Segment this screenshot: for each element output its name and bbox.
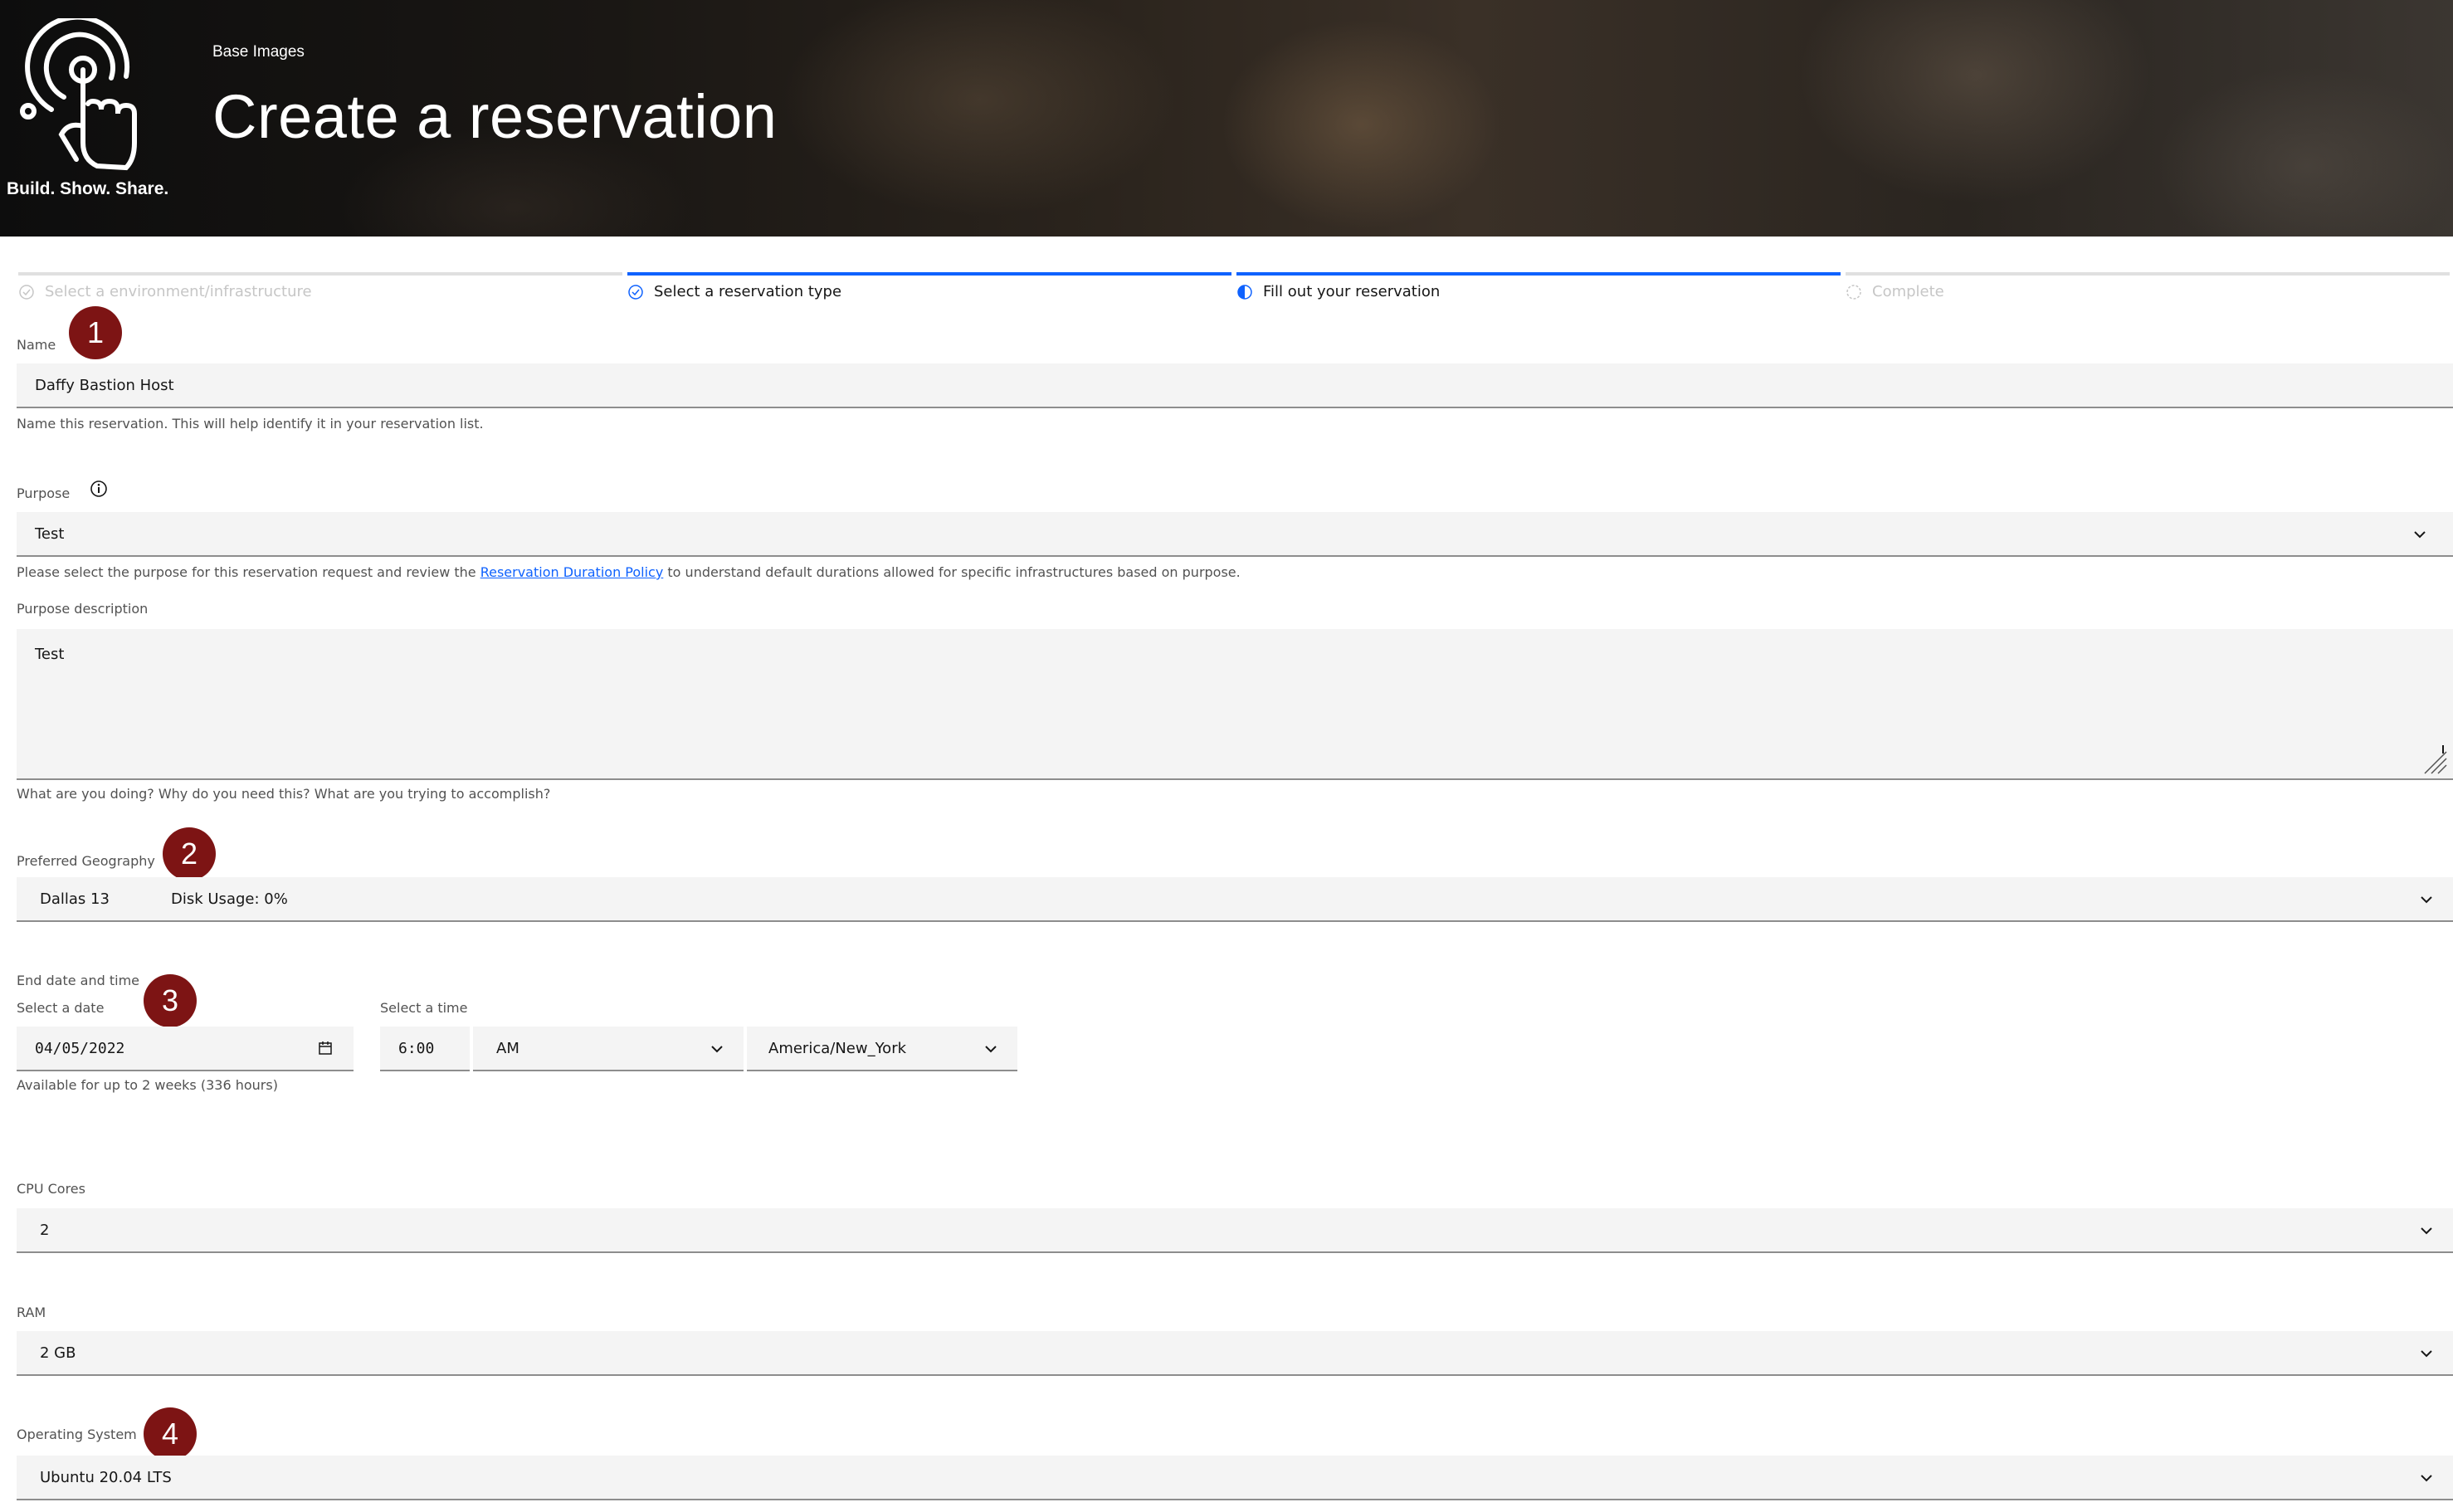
operating-system-value: Ubuntu 20.04 LTS bbox=[40, 1469, 172, 1486]
name-label: Name bbox=[17, 337, 56, 353]
calendar-icon[interactable] bbox=[317, 1040, 334, 1056]
chevron-down-icon bbox=[985, 1046, 997, 1053]
purpose-label: Purpose bbox=[17, 485, 71, 501]
timezone-select[interactable]: America/New_York bbox=[747, 1027, 1017, 1071]
progress-step-line bbox=[627, 272, 1231, 276]
select-date-label: Select a date bbox=[17, 1000, 105, 1016]
geography-value: Dallas 13 bbox=[40, 890, 110, 908]
operating-system-label: Operating System bbox=[17, 1427, 137, 1442]
timezone-value: America/New_York bbox=[768, 1040, 907, 1057]
disk-usage-value: Disk Usage: 0% bbox=[171, 890, 288, 908]
name-input-value: Daffy Bastion Host bbox=[35, 377, 174, 394]
chevron-down-icon bbox=[2421, 1475, 2432, 1482]
progress-step-environment: Select a environment/infrastructure bbox=[18, 272, 624, 305]
name-helper-text: Name this reservation. This will help id… bbox=[17, 416, 484, 432]
purpose-select-value: Test bbox=[35, 525, 65, 543]
progress-step-complete: Complete bbox=[1846, 272, 2451, 305]
time-value: 6:00 bbox=[398, 1040, 435, 1057]
operating-system-select[interactable]: Ubuntu 20.04 LTS bbox=[17, 1456, 2453, 1500]
progress-step-reservation-type[interactable]: Select a reservation type bbox=[627, 272, 1233, 305]
cpu-cores-value: 2 bbox=[40, 1222, 50, 1239]
progress-step-label: Select a environment/infrastructure bbox=[45, 283, 312, 300]
reservation-duration-policy-link[interactable]: Reservation Duration Policy bbox=[480, 564, 664, 580]
checkmark-outline-icon bbox=[19, 285, 34, 300]
progress-step-label: Fill out your reservation bbox=[1263, 283, 1441, 300]
purpose-helper-before: Please select the purpose for this reser… bbox=[17, 564, 480, 580]
progress-step-fill-out: Fill out your reservation bbox=[1236, 272, 1842, 305]
ram-label: RAM bbox=[17, 1305, 46, 1320]
information-icon[interactable] bbox=[90, 480, 108, 498]
chevron-down-icon bbox=[2421, 1350, 2432, 1358]
page-header: Build. Show. Share. Base Images Create a… bbox=[0, 0, 2453, 237]
ampm-value: AM bbox=[496, 1040, 519, 1057]
preferred-geography-select[interactable]: Dallas 13 Disk Usage: 0% bbox=[17, 877, 2453, 922]
chevron-down-icon bbox=[2421, 896, 2432, 904]
progress-step-line bbox=[1236, 272, 1841, 276]
annotation-badge-3: 3 bbox=[144, 974, 197, 1027]
touch-hand-logo-icon bbox=[20, 18, 137, 171]
chevron-down-icon bbox=[711, 1046, 723, 1053]
purpose-description-helper-text: What are you doing? Why do you need this… bbox=[17, 786, 551, 802]
date-picker-input[interactable]: 04/05/2022 bbox=[17, 1027, 354, 1071]
preferred-geography-label: Preferred Geography bbox=[17, 853, 155, 869]
page-title: Create a reservation bbox=[212, 82, 778, 151]
purpose-description-value: Test bbox=[35, 646, 65, 663]
logo-tagline: Build. Show. Share. bbox=[7, 179, 169, 198]
half-circle-current-icon bbox=[1237, 285, 1252, 300]
progress-step-label: Select a reservation type bbox=[654, 283, 842, 300]
time-input[interactable]: 6:00 bbox=[380, 1027, 470, 1071]
resize-handle-icon[interactable] bbox=[2420, 742, 2448, 775]
end-date-time-label: End date and time bbox=[17, 973, 139, 988]
progress-step-line bbox=[1846, 272, 2450, 276]
annotation-badge-1: 1 bbox=[69, 306, 122, 359]
empty-circle-icon bbox=[1846, 285, 1861, 300]
end-date-helper-text: Available for up to 2 weeks (336 hours) bbox=[17, 1077, 278, 1093]
checkmark-outline-icon bbox=[628, 285, 643, 300]
progress-step-line bbox=[18, 272, 622, 276]
select-time-label: Select a time bbox=[380, 1000, 468, 1016]
chevron-down-icon bbox=[2414, 531, 2426, 539]
breadcrumb[interactable]: Base Images bbox=[212, 43, 305, 61]
annotation-badge-2: 2 bbox=[163, 827, 216, 880]
purpose-helper-text: Please select the purpose for this reser… bbox=[17, 564, 1241, 580]
chevron-down-icon bbox=[2421, 1227, 2432, 1235]
purpose-description-textarea[interactable]: Test bbox=[17, 629, 2453, 780]
ram-value: 2 GB bbox=[40, 1344, 76, 1362]
ram-select[interactable]: 2 GB bbox=[17, 1331, 2453, 1376]
annotation-badge-4: 4 bbox=[144, 1407, 197, 1461]
progress-step-label: Complete bbox=[1872, 283, 1944, 300]
purpose-select[interactable]: Test bbox=[17, 512, 2453, 557]
name-input[interactable]: Daffy Bastion Host bbox=[17, 363, 2453, 408]
purpose-description-label: Purpose description bbox=[17, 601, 149, 617]
cpu-cores-select[interactable]: 2 bbox=[17, 1208, 2453, 1253]
ampm-select[interactable]: AM bbox=[473, 1027, 744, 1071]
purpose-helper-after: to understand default durations allowed … bbox=[663, 564, 1241, 580]
cpu-cores-label: CPU Cores bbox=[17, 1181, 85, 1197]
date-value: 04/05/2022 bbox=[35, 1040, 125, 1057]
